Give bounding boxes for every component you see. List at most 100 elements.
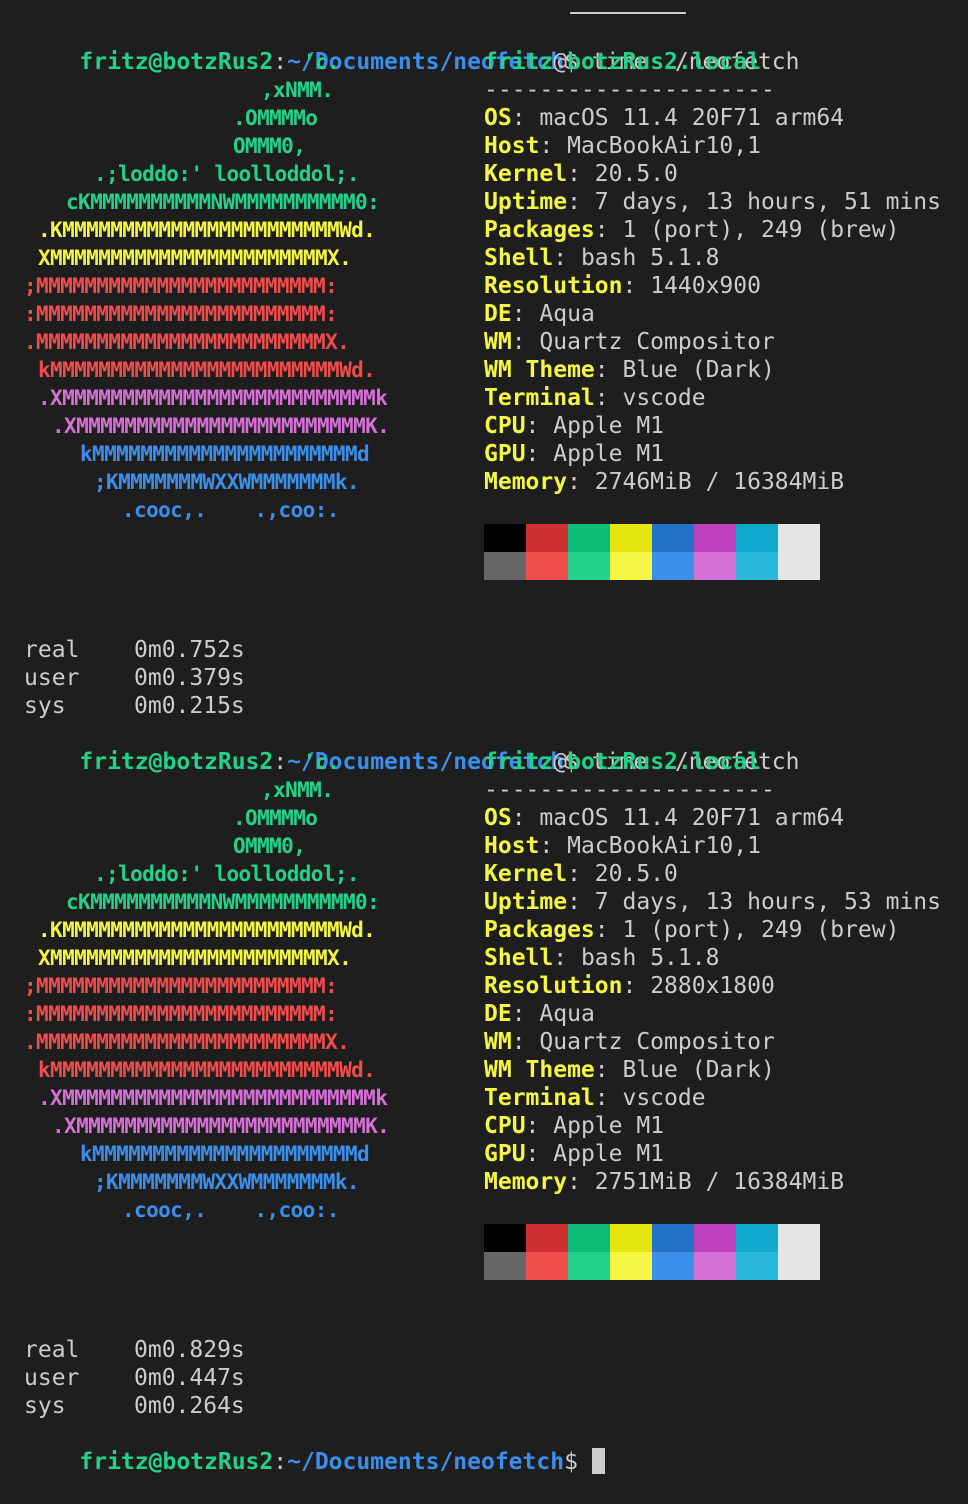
info-colon: : — [539, 833, 568, 859]
info-value: 1 (port), 249 (brew) — [622, 917, 900, 943]
info-colon: : — [567, 161, 595, 187]
palette-swatch — [652, 1252, 694, 1280]
info-value: bash 5.1.8 — [580, 245, 720, 271]
info-key: Resolution — [484, 273, 623, 299]
text-cursor[interactable] — [591, 1448, 605, 1474]
title-host: botzRus2.local — [567, 749, 761, 775]
info-value: 1440x900 — [650, 273, 761, 299]
info-colon: : — [511, 301, 540, 327]
palette-swatch — [526, 1252, 568, 1280]
info-colon: : — [553, 945, 581, 971]
color-palette — [484, 1224, 820, 1280]
palette-swatch — [778, 1252, 820, 1280]
info-value: Quartz Compositor — [539, 329, 775, 355]
logo-line: .XMMMMMMMMMMMMMMMMMMMMMMMMMMk — [38, 1086, 388, 1110]
logo-line: ;MMMMMMMMMMMMMMMMMMMMMMMM: — [24, 974, 338, 998]
timing-value: 0m0.447s — [134, 1365, 245, 1391]
info-value: 20.5.0 — [594, 861, 678, 887]
info-key: GPU — [484, 441, 526, 467]
info-value: 7 days, 13 hours, 53 mins — [594, 889, 941, 915]
logo-line: .XMMMMMMMMMMMMMMMMMMMMMMMMK. — [52, 414, 390, 438]
info-value: 20.5.0 — [594, 161, 678, 187]
info-value: MacBookAir10,1 — [567, 133, 761, 159]
info-key: WM Theme — [484, 357, 595, 383]
info-key: DE — [484, 301, 512, 327]
info-row: Uptime: 7 days, 13 hours, 51 mins — [484, 188, 941, 216]
palette-swatch — [694, 1252, 736, 1280]
info-colon: : — [525, 441, 554, 467]
info-value: MacBookAir10,1 — [567, 833, 761, 859]
logo-line: cKMMMMMMMMMMNWMMMMMMMMMM0: — [66, 890, 380, 914]
info-row: Host: MacBookAir10,1 — [484, 832, 761, 860]
info-key: Kernel — [484, 861, 568, 887]
info-key: Shell — [484, 945, 554, 971]
title-separator: --------------------- — [484, 777, 775, 803]
terminal-window[interactable]: fritz@botzRus2:~/Documents/neofetch$ tim… — [0, 0, 968, 1476]
palette-swatch — [484, 1252, 526, 1280]
info-value: Aqua — [539, 301, 595, 327]
info-colon: : — [622, 973, 651, 999]
info-key: WM — [484, 329, 512, 355]
palette-swatch — [568, 524, 610, 552]
color-palette — [484, 524, 820, 580]
timing-value: 0m0.379s — [134, 665, 245, 691]
prompt-line: fritz@botzRus2:~/Documents/neofetch$ tim… — [24, 720, 799, 775]
info-row: Terminal: vscode — [484, 384, 706, 412]
info-colon: : — [567, 889, 595, 915]
info-row: Kernel: 20.5.0 — [484, 160, 678, 188]
palette-swatch — [694, 552, 736, 580]
timing-row: user 0m0.379s — [24, 664, 245, 692]
info-key: Memory — [484, 469, 568, 495]
logo-line: kMMMMMMMMMMMMMMMMMMMMMMd — [80, 442, 370, 466]
timing-label: sys — [24, 693, 66, 719]
timing-label: real — [24, 637, 80, 663]
info-value: Apple M1 — [553, 413, 665, 439]
title-user: fritz — [484, 749, 554, 775]
palette-swatch — [778, 552, 820, 580]
info-key: OS — [484, 805, 512, 831]
palette-swatch — [526, 552, 568, 580]
prompt-line[interactable]: fritz@botzRus2:~/Documents/neofetch$ — [24, 1420, 605, 1475]
logo-line: ,xNMM. — [261, 778, 334, 802]
info-colon: : — [622, 273, 651, 299]
info-colon: : — [525, 1141, 554, 1167]
info-row: CPU: Apple M1 — [484, 1112, 664, 1140]
timing-row: user 0m0.447s — [24, 1364, 245, 1392]
info-title: fritz@botzRus2.local — [484, 748, 761, 776]
info-key: Uptime — [484, 189, 568, 215]
info-key: Host — [484, 133, 540, 159]
info-key: Packages — [484, 217, 595, 243]
info-row: Uptime: 7 days, 13 hours, 53 mins — [484, 888, 941, 916]
info-value: bash 5.1.8 — [580, 945, 720, 971]
logo-line: kMMMMMMMMMMMMMMMMMMMMMMd — [80, 1142, 370, 1166]
logo-line: .XMMMMMMMMMMMMMMMMMMMMMMMMK. — [52, 1114, 390, 1138]
logo-line: kMMMMMMMMMMMMMMMMMMMMMMMMWd. — [38, 358, 376, 382]
palette-swatch — [484, 552, 526, 580]
title-at: @ — [553, 749, 568, 775]
timing-value: 0m0.215s — [134, 693, 245, 719]
info-key: Kernel — [484, 161, 568, 187]
prompt-path: ~/Documents/neofetch — [287, 1449, 565, 1475]
info-value: 2746MiB / 16384MiB — [594, 469, 845, 495]
palette-swatch — [652, 1224, 694, 1252]
info-key: CPU — [484, 1113, 526, 1139]
palette-swatch — [568, 1252, 610, 1280]
prompt-user-host: fritz@botzRus2 — [79, 49, 274, 75]
logo-line: .cooc,. .,coo:. — [122, 1198, 339, 1222]
logo-line: OMMM0, — [233, 834, 306, 858]
logo-line: .KMMMMMMMMMMMMMMMMMMMMMMMWd. — [38, 218, 376, 242]
info-colon: : — [553, 245, 581, 271]
palette-swatch — [778, 524, 820, 552]
info-colon: : — [567, 1169, 595, 1195]
logo-line: cKMMMMMMMMMMNWMMMMMMMMMM0: — [66, 190, 380, 214]
palette-swatch — [736, 524, 778, 552]
info-row: OS: macOS 11.4 20F71 arm64 — [484, 804, 844, 832]
title-user: fritz — [484, 49, 554, 75]
info-colon: : — [511, 805, 540, 831]
palette-swatch — [526, 1224, 568, 1252]
logo-line: XMMMMMMMMMMMMMMMMMMMMMMMX. — [38, 946, 352, 970]
prompt-separator: : — [273, 749, 288, 775]
prompt-user-host: fritz@botzRus2 — [79, 1449, 274, 1475]
logo-line: .cooc,. .,coo:. — [122, 498, 339, 522]
logo-line: .;loddo:' loolloddol;. — [94, 862, 360, 886]
